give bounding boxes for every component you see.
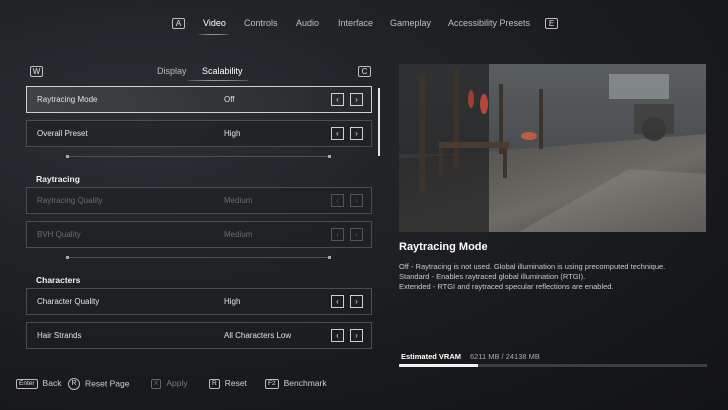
chevron-left-icon[interactable]: ‹ <box>331 295 344 308</box>
benchmark-button[interactable]: F2 Benchmark <box>265 378 327 389</box>
setting-value: All Characters Low <box>224 331 292 340</box>
vram-bar-fill <box>399 364 479 367</box>
tab-audio[interactable]: Audio <box>296 18 319 28</box>
chevron-right-icon: › <box>350 228 363 241</box>
chevron-right-icon[interactable]: › <box>350 329 363 342</box>
next-tab-key[interactable]: E <box>545 18 558 29</box>
section-heading-characters: Characters <box>36 275 81 285</box>
setting-row-overall-preset[interactable]: Overall Preset High ‹ › <box>26 120 372 147</box>
subtab-display[interactable]: Display <box>157 66 187 76</box>
setting-value: Medium <box>224 230 253 239</box>
r-key-icon: R <box>68 378 80 390</box>
next-subtab-key[interactable]: C <box>358 66 371 77</box>
prev-subtab-key[interactable]: W <box>30 66 43 77</box>
reset-page-button[interactable]: R Reset Page <box>68 378 129 390</box>
setting-row-raytracing-mode[interactable]: Raytracing Mode Off ‹ › <box>26 86 372 113</box>
divider-dot <box>328 256 331 259</box>
setting-label: Character Quality <box>37 297 100 306</box>
chevron-right-icon[interactable]: › <box>350 295 363 308</box>
detail-line: Off - Raytracing is not used. Global ill… <box>399 262 666 271</box>
detail-line: Extended - RTGI and raytraced specular r… <box>399 282 614 291</box>
section-divider <box>66 256 331 259</box>
back-button[interactable]: Enter Back <box>16 378 61 389</box>
enter-key-icon: Enter <box>16 378 38 389</box>
vram-bar <box>399 364 707 367</box>
section-heading-raytracing: Raytracing <box>36 174 80 184</box>
preview-image <box>399 64 706 232</box>
footer-actions: Enter Back R Reset Page X Apply R Reset F2 Be… <box>0 376 728 396</box>
reset-button[interactable]: R Reset <box>209 378 247 389</box>
tab-interface[interactable]: Interface <box>338 18 373 28</box>
setting-value: Off <box>224 95 235 104</box>
chevron-left-icon[interactable]: ‹ <box>331 93 344 106</box>
apply-button[interactable]: X Apply <box>151 378 188 389</box>
tab-accessibility-presets[interactable]: Accessibility Presets <box>448 18 530 28</box>
setting-label: Raytracing Quality <box>37 196 103 205</box>
vram-value: 6211 MB / 24138 MB <box>470 352 540 361</box>
setting-label: Hair Strands <box>37 331 82 340</box>
active-tab-underline <box>199 34 229 35</box>
prev-tab-key[interactable]: A <box>172 18 185 29</box>
top-nav: A Video Controls Audio Interface Gamepla… <box>0 14 728 35</box>
back-label: Back <box>42 378 62 388</box>
benchmark-label: Benchmark <box>283 378 327 388</box>
chevron-right-icon[interactable]: › <box>350 93 363 106</box>
setting-label: BVH Quality <box>37 230 81 239</box>
preview-scene <box>399 64 706 232</box>
settings-scrollbar[interactable] <box>378 88 380 156</box>
subtab-scalability[interactable]: Scalability <box>202 66 243 76</box>
chevron-left-icon: ‹ <box>331 194 344 207</box>
setting-row-character-quality[interactable]: Character Quality High ‹ › <box>26 288 372 315</box>
detail-title: Raytracing Mode <box>399 241 488 253</box>
setting-value: Medium <box>224 196 253 205</box>
tab-video[interactable]: Video <box>203 18 226 28</box>
active-subtab-underline <box>188 80 248 81</box>
detail-description: Off - Raytracing is not used. Global ill… <box>399 262 709 292</box>
reset-page-label: Reset Page <box>85 378 130 389</box>
detail-line: Standard - Enables raytraced global illu… <box>399 272 586 281</box>
setting-label: Raytracing Mode <box>37 95 98 104</box>
setting-label: Overall Preset <box>37 129 88 138</box>
setting-row-hair-strands[interactable]: Hair Strands All Characters Low ‹ › <box>26 322 372 349</box>
setting-row-raytracing-quality: Raytracing Quality Medium ‹ › <box>26 187 372 214</box>
chevron-left-icon[interactable]: ‹ <box>331 329 344 342</box>
section-divider <box>66 155 331 158</box>
setting-value: High <box>224 129 241 138</box>
divider-dot <box>66 256 69 259</box>
tab-controls[interactable]: Controls <box>244 18 278 28</box>
vram-label: Estimated VRAM <box>401 352 462 361</box>
r-key-icon: R <box>209 378 220 389</box>
chevron-right-icon[interactable]: › <box>350 127 363 140</box>
divider-dot <box>66 155 69 158</box>
x-key-icon: X <box>151 378 162 389</box>
divider-dot <box>328 155 331 158</box>
chevron-left-icon[interactable]: ‹ <box>331 127 344 140</box>
tab-gameplay[interactable]: Gameplay <box>390 18 431 28</box>
chevron-right-icon: › <box>350 194 363 207</box>
apply-label: Apply <box>166 378 188 388</box>
setting-row-bvh-quality: BVH Quality Medium ‹ › <box>26 221 372 248</box>
f2-key-icon: F2 <box>265 378 279 389</box>
setting-value: High <box>224 297 241 306</box>
chevron-left-icon: ‹ <box>331 228 344 241</box>
reset-label: Reset <box>224 378 247 388</box>
